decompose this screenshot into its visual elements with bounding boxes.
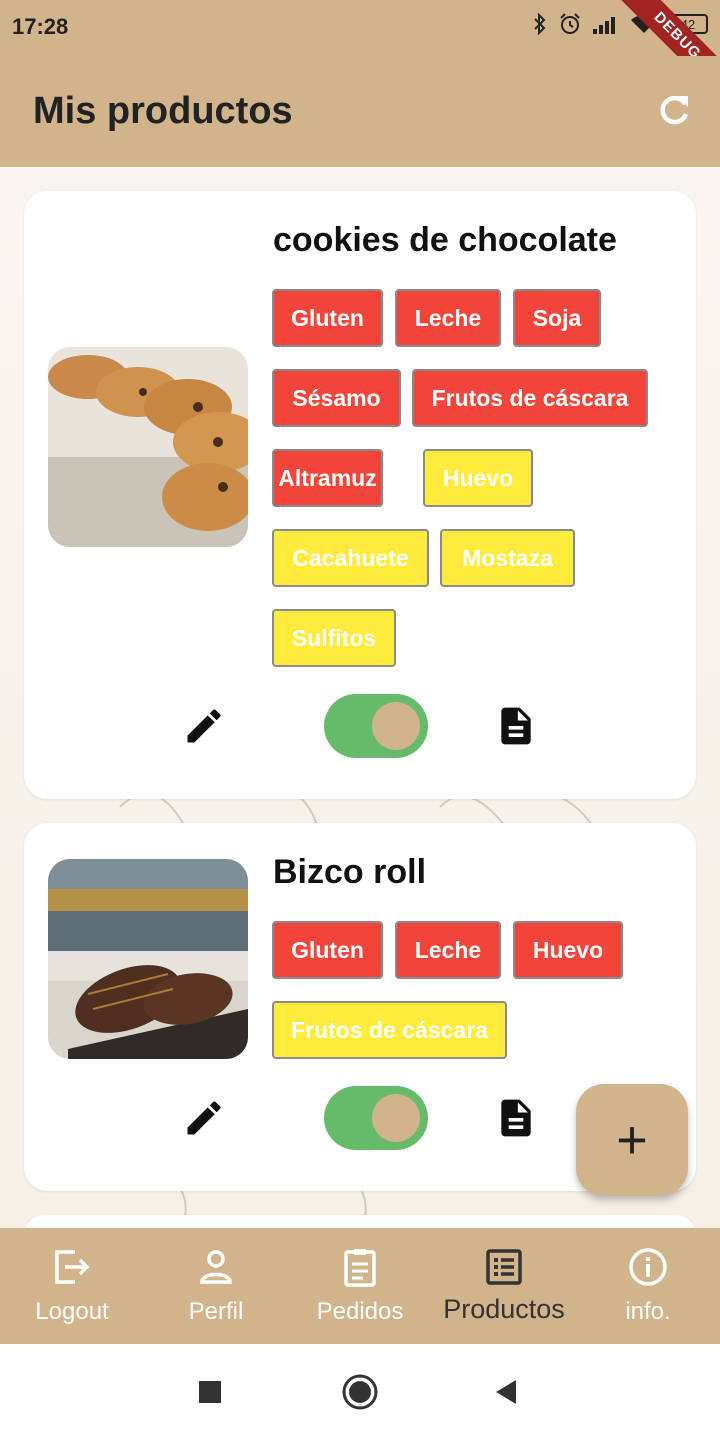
logout-icon — [55, 1250, 90, 1284]
nav-label: Pedidos — [316, 1298, 404, 1325]
document-icon[interactable] — [494, 1096, 538, 1140]
cookies-photo — [48, 347, 248, 547]
nav-label: Perfil — [188, 1298, 244, 1325]
trace-tag: Cacahuete — [272, 529, 429, 587]
alarm-icon — [560, 13, 580, 34]
allergen-tag: Huevo — [513, 921, 623, 979]
trace-tag: Frutos de cáscara — [272, 1001, 507, 1059]
document-icon[interactable] — [494, 704, 538, 748]
nav-item-perfil[interactable]: Perfil — [144, 1228, 288, 1344]
allergen-tag: Sésamo — [272, 369, 401, 427]
availability-toggle[interactable] — [324, 1086, 428, 1150]
bottom-navigation: Logout Perfil Pedidos Productos info. — [0, 1228, 720, 1344]
product-card[interactable] — [24, 1215, 696, 1228]
add-product-button[interactable]: + — [576, 1084, 688, 1196]
plus-icon: + — [616, 1110, 648, 1170]
edit-icon[interactable] — [182, 704, 226, 748]
nav-item-info[interactable]: info. — [576, 1228, 720, 1344]
product-name: cookies de chocolate — [273, 221, 617, 259]
system-navigation-bar — [0, 1344, 720, 1440]
bizco-roll-photo — [48, 859, 248, 1059]
allergen-tag: Leche — [395, 289, 501, 347]
allergen-tag: Frutos de cáscara — [412, 369, 648, 427]
trace-tag: Mostaza — [440, 529, 575, 587]
allergen-tag: Leche — [395, 921, 501, 979]
page-title: Mis productos — [33, 90, 293, 132]
allergen-tag: Gluten — [272, 289, 383, 347]
info-icon — [629, 1248, 667, 1286]
nav-label: Logout — [35, 1298, 109, 1325]
refresh-icon[interactable] — [656, 92, 692, 128]
availability-toggle[interactable] — [324, 694, 428, 758]
product-list[interactable]: cookies de chocolate Gluten Leche Soja S… — [0, 167, 720, 1228]
nav-item-pedidos[interactable]: Pedidos — [288, 1228, 432, 1344]
clipboard-icon — [344, 1249, 376, 1287]
person-icon — [200, 1250, 232, 1284]
product-card[interactable]: cookies de chocolate Gluten Leche Soja S… — [24, 191, 696, 799]
home-icon[interactable] — [341, 1373, 379, 1411]
allergen-tag: Soja — [513, 289, 601, 347]
nav-item-logout[interactable]: Logout — [0, 1228, 144, 1344]
product-image — [48, 347, 248, 547]
app-bar: Mis productos — [0, 56, 720, 167]
recent-apps-icon[interactable] — [198, 1380, 222, 1404]
nav-label: Productos — [443, 1294, 565, 1324]
signal-icon — [593, 17, 615, 34]
status-bar: 17:28 42 — [0, 0, 720, 56]
nav-item-productos[interactable]: Productos — [432, 1228, 576, 1344]
back-icon[interactable] — [494, 1379, 518, 1405]
allergen-tag: Gluten — [272, 921, 383, 979]
toggle-knob — [372, 702, 420, 750]
nav-label: info. — [625, 1298, 671, 1325]
trace-tag: Huevo — [423, 449, 533, 507]
status-time: 17:28 — [12, 14, 69, 39]
bluetooth-icon — [534, 13, 546, 35]
list-alt-icon — [486, 1249, 522, 1285]
product-image — [48, 859, 248, 1059]
product-name: Bizco roll — [273, 853, 427, 891]
toggle-knob — [372, 1094, 420, 1142]
allergen-tag: Altramuz — [272, 449, 383, 507]
trace-tag: Sulfitos — [272, 609, 396, 667]
edit-icon[interactable] — [182, 1096, 226, 1140]
